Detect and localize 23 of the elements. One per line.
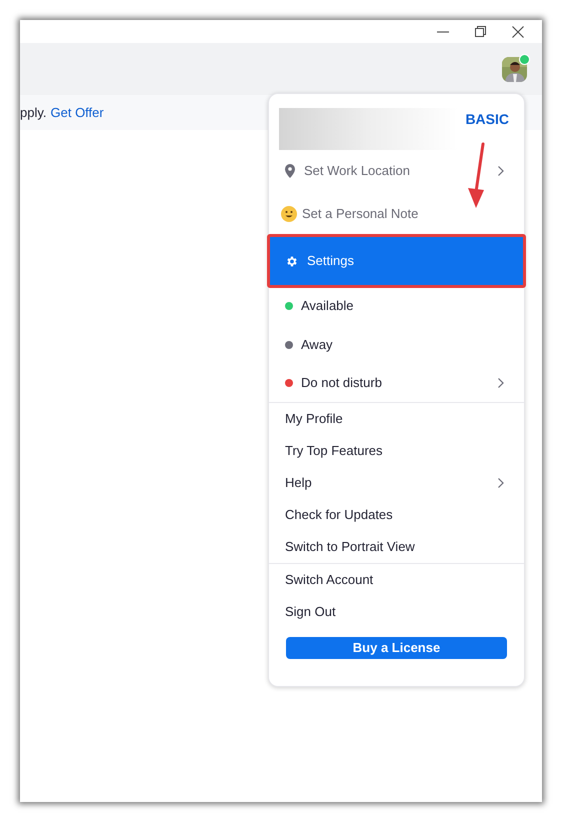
plan-label: BASIC [465,110,510,129]
settings-icon [285,254,298,268]
menu-item[interactable]: Set a Personal Note [269,192,524,236]
menu-item[interactable]: Switch to Portrait View [269,531,524,563]
restore-icon[interactable] [475,26,486,37]
menu-item[interactable]: Do not disturb [269,364,524,402]
menu-item[interactable]: Check for Updates [269,499,524,531]
menu-item[interactable]: Sign Out [269,596,524,628]
smiley-icon [281,206,297,222]
menu-item[interactable]: My Profile [269,403,524,435]
close-icon[interactable] [512,26,524,38]
menu-item[interactable]: Away [269,326,524,364]
get-offer-link[interactable]: Get Offer [50,102,104,122]
menu-item[interactable]: Try Top Features [269,435,524,467]
menu-item[interactable]: Settings [269,236,524,286]
menu-item[interactable]: Switch Account [269,564,524,596]
minimize-icon[interactable] [437,30,449,32]
menu-item[interactable]: Set Work Location [269,150,524,192]
buy-license-button[interactable]: Buy a License [286,636,507,659]
banner-text: pply. [20,104,46,122]
menu-item[interactable]: Help [269,467,524,499]
location-pin-icon [285,164,295,178]
menu-item[interactable]: Available [269,286,524,326]
